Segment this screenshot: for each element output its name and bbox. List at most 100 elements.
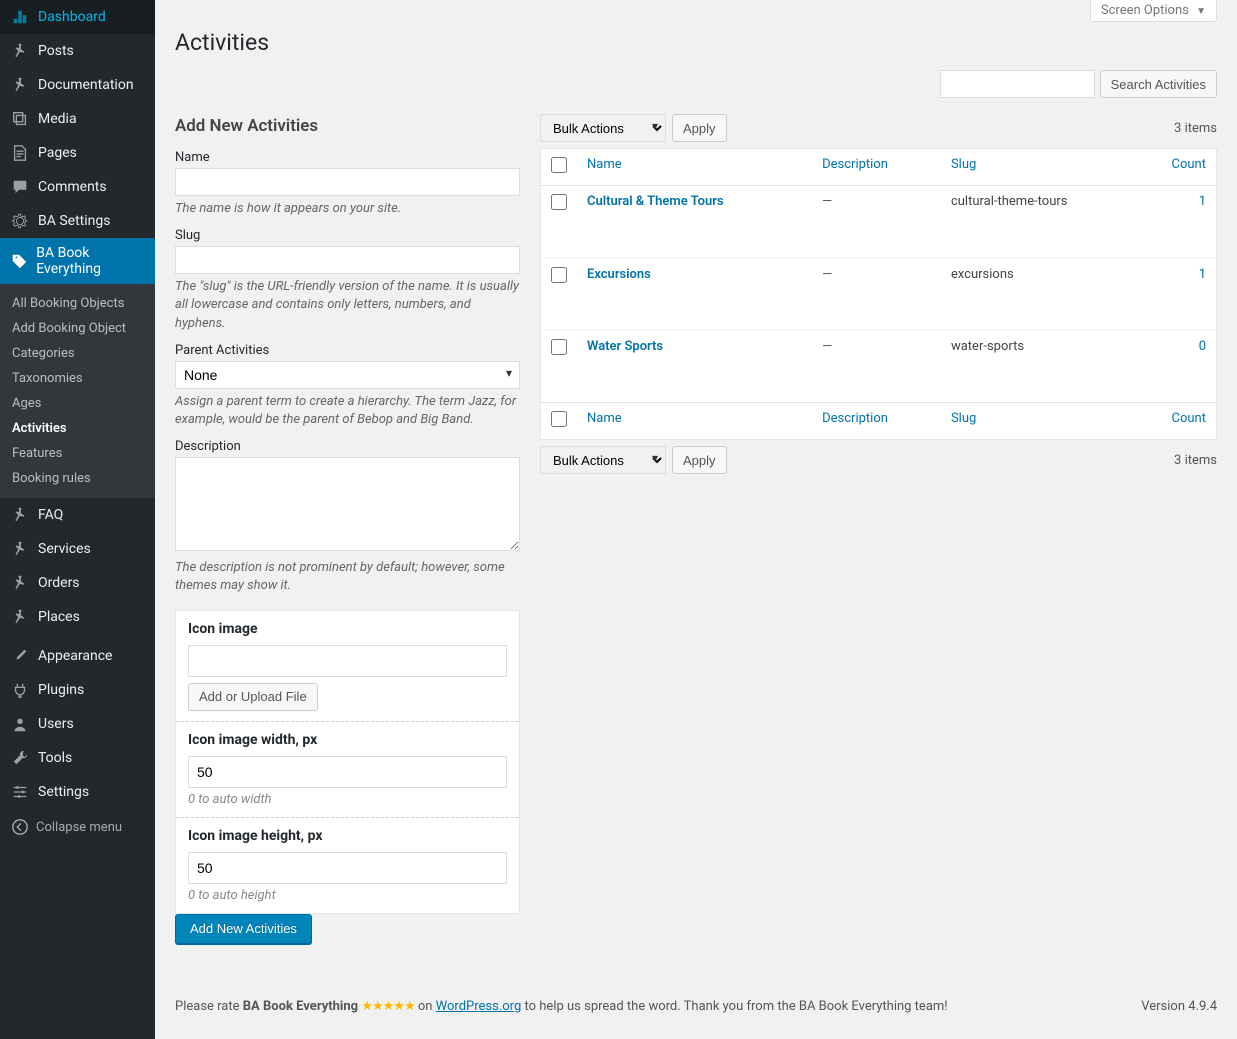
admin-sidebar: DashboardPostsDocumentationMediaPagesCom… [0, 0, 155, 1039]
sliders-icon [10, 782, 30, 802]
menu-item-comments[interactable]: Comments [0, 170, 155, 204]
menu-item-ba-book-everything[interactable]: BA Book Everything [0, 238, 155, 284]
comment-icon [10, 177, 30, 197]
submenu-item-categories[interactable]: Categories [0, 341, 155, 366]
menu-item-documentation[interactable]: Documentation [0, 68, 155, 102]
menu-item-services[interactable]: Services [0, 532, 155, 566]
plug-icon [10, 680, 30, 700]
terms-table: Name Description Slug Count Cultural & T… [540, 148, 1217, 440]
menu-item-settings[interactable]: Settings [0, 775, 155, 809]
description-textarea[interactable] [175, 457, 520, 551]
pin-icon [10, 505, 30, 525]
collapse-menu[interactable]: Collapse menu [0, 809, 155, 845]
apply-button-top[interactable]: Apply [672, 114, 727, 142]
submenu-item-ages[interactable]: Ages [0, 391, 155, 416]
submenu-item-features[interactable]: Features [0, 441, 155, 466]
row-description: — [812, 258, 941, 330]
col-description-foot[interactable]: Description [822, 411, 888, 426]
col-slug-foot[interactable]: Slug [951, 411, 976, 426]
col-slug[interactable]: Slug [951, 157, 976, 172]
slug-input[interactable] [175, 246, 520, 274]
page-title: Activities [175, 20, 1217, 60]
menu-item-plugins[interactable]: Plugins [0, 673, 155, 707]
menu-item-ba-settings[interactable]: BA Settings [0, 204, 155, 238]
submit-button[interactable]: Add New Activities [175, 914, 312, 944]
height-help: 0 to auto height [188, 888, 507, 903]
row-name-link[interactable]: Excursions [587, 267, 651, 282]
rating-stars[interactable]: ★★★★★ [361, 999, 414, 1014]
slug-help: The "slug" is the URL-friendly version o… [175, 278, 520, 333]
submenu-item-all-booking-objects[interactable]: All Booking Objects [0, 291, 155, 316]
col-count-foot[interactable]: Count [1172, 411, 1206, 426]
icon-file-input[interactable] [188, 645, 507, 677]
version-text: Version 4.9.4 [1141, 999, 1217, 1014]
screen-options-label: Screen Options [1101, 3, 1189, 18]
submenu-item-booking-rules[interactable]: Booking rules [0, 466, 155, 491]
parent-label: Parent Activities [175, 343, 520, 358]
row-name-link[interactable]: Cultural & Theme Tours [587, 194, 724, 209]
menu-item-appearance[interactable]: Appearance [0, 639, 155, 673]
brush-icon [10, 646, 30, 666]
height-input[interactable] [188, 852, 507, 884]
user-icon [10, 714, 30, 734]
menu-item-users[interactable]: Users [0, 707, 155, 741]
submenu-item-taxonomies[interactable]: Taxonomies [0, 366, 155, 391]
menu-item-posts[interactable]: Posts [0, 34, 155, 68]
width-help: 0 to auto width [188, 792, 507, 807]
width-label: Icon image width, px [188, 732, 507, 748]
gear-icon [10, 211, 30, 231]
row-checkbox[interactable] [551, 267, 567, 283]
screen-options-toggle[interactable]: Screen Options ▼ [1090, 0, 1217, 22]
menu-item-orders[interactable]: Orders [0, 566, 155, 600]
col-name[interactable]: Name [587, 157, 622, 172]
select-all-top[interactable] [551, 157, 567, 173]
page-icon [10, 143, 30, 163]
search-button[interactable]: Search Activities [1100, 70, 1217, 98]
row-count-link[interactable]: 0 [1199, 339, 1206, 354]
description-help: The description is not prominent by defa… [175, 559, 520, 595]
row-slug: excursions [941, 258, 1146, 330]
pin-icon [10, 573, 30, 593]
col-name-foot[interactable]: Name [587, 411, 622, 426]
menu-item-media[interactable]: Media [0, 102, 155, 136]
table-row: Cultural & Theme Tours—cultural-theme-to… [541, 186, 1216, 258]
menu-item-dashboard[interactable]: Dashboard [0, 0, 155, 34]
pin-icon [10, 41, 30, 61]
row-checkbox[interactable] [551, 194, 567, 210]
tag-icon [10, 251, 28, 271]
upload-button[interactable]: Add or Upload File [188, 683, 318, 711]
apply-button-bottom[interactable]: Apply [672, 446, 727, 474]
icon-meta-box: Icon image Add or Upload File Icon image… [175, 610, 520, 914]
row-name-link[interactable]: Water Sports [587, 339, 663, 354]
form-title: Add New Activities [175, 116, 520, 136]
row-count-link[interactable]: 1 [1199, 194, 1206, 209]
col-description[interactable]: Description [822, 157, 888, 172]
footer: Please rate BA Book Everything ★★★★★ on … [175, 984, 1217, 1014]
name-input[interactable] [175, 168, 520, 196]
submenu-item-add-booking-object[interactable]: Add Booking Object [0, 316, 155, 341]
menu-item-pages[interactable]: Pages [0, 136, 155, 170]
row-checkbox[interactable] [551, 339, 567, 355]
submenu-item-activities[interactable]: Activities [0, 416, 155, 441]
bulk-action-select-top[interactable]: Bulk Actions [540, 114, 666, 142]
collapse-icon [10, 817, 30, 837]
col-count[interactable]: Count [1172, 157, 1206, 172]
items-count-top: 3 items [1174, 121, 1217, 136]
wordpress-link[interactable]: WordPress.org [436, 999, 522, 1014]
chevron-down-icon: ▼ [1196, 6, 1206, 17]
name-help: The name is how it appears on your site. [175, 200, 520, 218]
row-count-link[interactable]: 1 [1199, 267, 1206, 282]
menu-item-faq[interactable]: FAQ [0, 498, 155, 532]
icon-label: Icon image [188, 621, 507, 637]
slug-label: Slug [175, 228, 520, 243]
table-row: Water Sports—water-sports0 [541, 330, 1216, 402]
search-input[interactable] [940, 70, 1095, 98]
main-content: Screen Options ▼ Activities Search Activ… [155, 0, 1237, 1039]
items-count-bottom: 3 items [1174, 453, 1217, 468]
menu-item-tools[interactable]: Tools [0, 741, 155, 775]
select-all-bottom[interactable] [551, 411, 567, 427]
width-input[interactable] [188, 756, 507, 788]
bulk-action-select-bottom[interactable]: Bulk Actions [540, 446, 666, 474]
parent-select[interactable]: None [175, 361, 520, 389]
menu-item-places[interactable]: Places [0, 600, 155, 634]
